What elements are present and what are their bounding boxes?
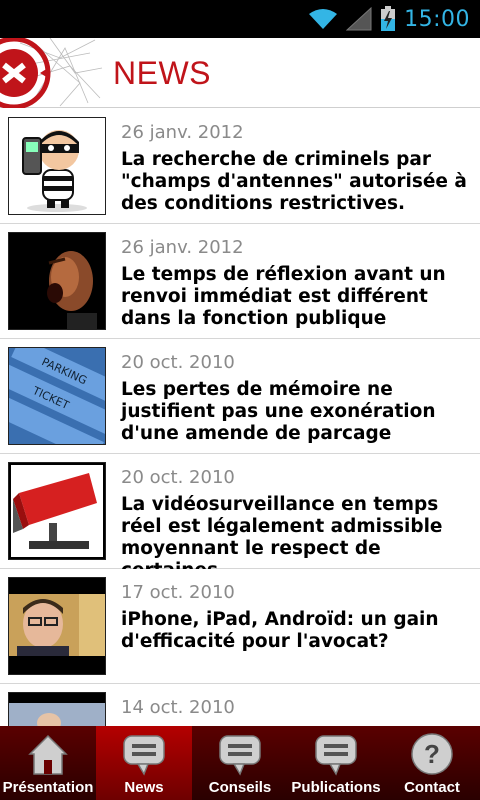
shouting-man-thumbnail — [8, 232, 106, 330]
home-icon — [28, 734, 68, 775]
tab-label: News — [124, 779, 164, 796]
news-item[interactable]: 26 janv. 2012 Le temps de réflexion avan… — [0, 224, 480, 339]
parking-ticket-thumbnail: PARKING TICKET — [8, 347, 106, 445]
burglar-thumbnail — [8, 117, 106, 215]
news-date: 20 oct. 2010 — [121, 352, 235, 373]
speech-bubble-icon — [219, 735, 261, 776]
tab-conseils[interactable]: Conseils — [192, 726, 288, 800]
app-header: NEWS — [0, 38, 480, 108]
svg-text:?: ? — [424, 739, 440, 769]
page-title: NEWS — [113, 55, 211, 91]
news-title: iPhone, iPad, Androïd: un gain d'efficac… — [121, 609, 439, 652]
question-icon: ? — [411, 733, 453, 775]
news-item[interactable]: 17 oct. 2010 iPhone, iPad, Androïd: un g… — [0, 569, 480, 684]
man-portrait-thumbnail — [8, 577, 106, 675]
wifi-icon — [309, 9, 338, 29]
status-icons: 15:00 — [308, 0, 470, 38]
news-date: 20 oct. 2010 — [121, 467, 235, 488]
news-list[interactable]: 26 janv. 2012 La recherche de criminels … — [0, 109, 480, 726]
bottom-navigation: Présentation News Conseils Publications — [0, 726, 480, 800]
news-title: Le temps de réflexion avant un renvoi im… — [121, 264, 446, 329]
news-item[interactable]: PARKING TICKET 20 oct. 2010 Les pertes d… — [0, 339, 480, 454]
news-date: 26 janv. 2012 — [121, 237, 244, 258]
news-item[interactable]: 14 oct. 2010 — [0, 684, 480, 726]
status-bar: 15:00 — [0, 0, 480, 38]
news-date: 17 oct. 2010 — [121, 582, 235, 603]
news-item[interactable]: 20 oct. 2010 La vidéosurveillance en tem… — [0, 454, 480, 581]
tab-label: Conseils — [208, 779, 272, 796]
clock: 15:00 — [404, 6, 470, 32]
partial-thumbnail — [8, 692, 106, 726]
speech-bubble-icon — [315, 735, 357, 776]
news-title: Les pertes de mémoire ne justifient pas … — [121, 379, 436, 444]
app-logo-icon — [0, 38, 103, 108]
tab-publications[interactable]: Publications — [288, 726, 384, 800]
security-camera-thumbnail — [8, 462, 106, 560]
tab-label: Contact — [404, 779, 460, 796]
tab-news[interactable]: News — [96, 726, 192, 800]
tab-contact[interactable]: ? Contact — [384, 726, 480, 800]
battery-charging-icon — [381, 6, 396, 31]
tab-presentation[interactable]: Présentation — [0, 726, 96, 800]
news-title: La recherche de criminels par "champs d'… — [121, 149, 467, 214]
tab-label: Présentation — [2, 779, 94, 796]
tab-label: Publications — [291, 779, 381, 796]
news-item[interactable]: 26 janv. 2012 La recherche de criminels … — [0, 109, 480, 224]
news-date: 14 oct. 2010 — [121, 697, 235, 718]
speech-bubble-icon — [123, 735, 165, 776]
news-date: 26 janv. 2012 — [121, 122, 244, 143]
signal-icon — [346, 7, 372, 31]
